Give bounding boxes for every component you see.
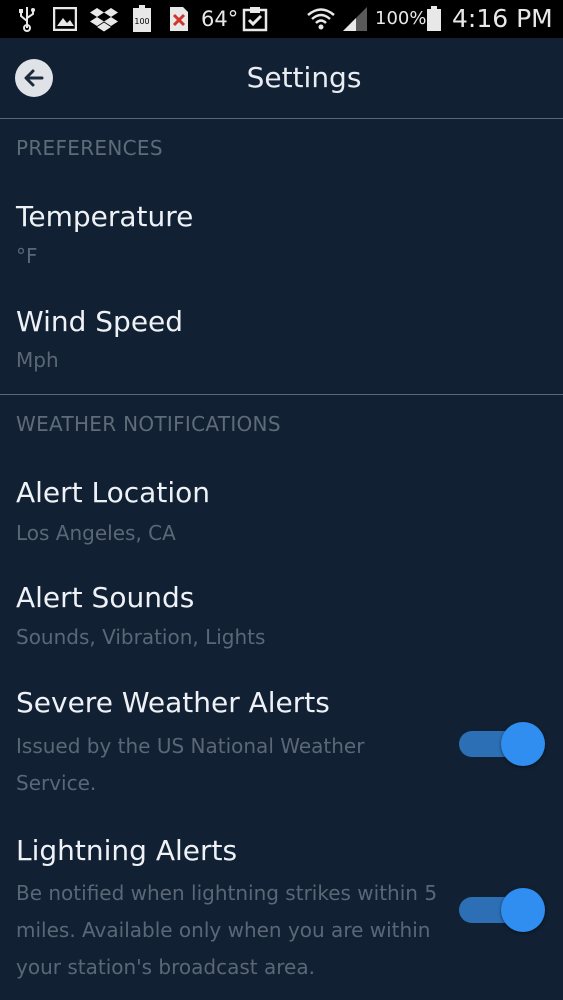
setting-alert-sounds[interactable]: Alert Sounds Sounds, Vibration, Lights <box>0 563 563 667</box>
divider <box>0 394 563 395</box>
usb-icon <box>16 6 38 32</box>
setting-temperature[interactable]: Temperature °F <box>0 182 563 286</box>
toggle-knob <box>501 888 545 932</box>
toggle-knob <box>501 722 545 766</box>
setting-value: Sounds, Vibration, Lights <box>16 625 266 649</box>
signal-icon <box>341 6 369 32</box>
setting-description-line: Issued by the US National Weather <box>16 734 365 758</box>
setting-title: Severe Weather Alerts <box>16 686 330 719</box>
battery-badge-text: 100 <box>134 17 150 26</box>
dropbox-icon <box>90 6 118 32</box>
setting-severe-weather-alerts[interactable]: Severe Weather Alerts Issued by the US N… <box>0 668 563 810</box>
setting-description-line: Service. <box>16 771 97 795</box>
setting-value: Los Angeles, CA <box>16 521 176 545</box>
severe-weather-toggle[interactable] <box>459 722 549 766</box>
divider <box>0 118 563 119</box>
error-icon <box>168 6 190 32</box>
section-header-preferences: PREFERENCES <box>16 136 163 160</box>
lightning-alerts-toggle[interactable] <box>459 888 549 932</box>
setting-title: Alert Sounds <box>16 581 195 614</box>
page-title: Settings <box>246 61 362 94</box>
status-bar: 100 64° 100% 4:16 PM <box>0 0 563 38</box>
setting-lightning-alerts[interactable]: Lightning Alerts Be notified when lightn… <box>0 816 563 1000</box>
clipboard-check-icon <box>241 6 269 32</box>
setting-wind-speed[interactable]: Wind Speed Mph <box>0 287 563 391</box>
image-icon <box>52 6 78 32</box>
battery-icon <box>425 6 443 32</box>
setting-alert-location[interactable]: Alert Location Los Angeles, CA <box>0 458 563 562</box>
setting-description-line: Be notified when lightning strikes withi… <box>16 881 438 905</box>
app-bar: Settings <box>0 38 563 118</box>
settings-screen: 100 64° 100% 4:16 PM Settings PREFERENCE… <box>0 0 563 1000</box>
setting-value: Mph <box>16 348 59 372</box>
status-time: 4:16 PM <box>452 4 553 33</box>
setting-title: Temperature <box>16 200 194 233</box>
setting-description-line: miles. Available only when you are withi… <box>16 918 431 942</box>
status-temperature: 64° <box>201 7 239 31</box>
setting-description-line: your station's broadcast area. <box>16 955 315 979</box>
setting-title: Lightning Alerts <box>16 834 238 867</box>
section-header-weather-notifications: WEATHER NOTIFICATIONS <box>16 412 281 436</box>
setting-title: Wind Speed <box>16 305 184 338</box>
wifi-icon <box>305 6 337 32</box>
battery-percent: 100% <box>375 8 427 29</box>
setting-title: Alert Location <box>16 476 210 509</box>
setting-value: °F <box>16 244 38 268</box>
